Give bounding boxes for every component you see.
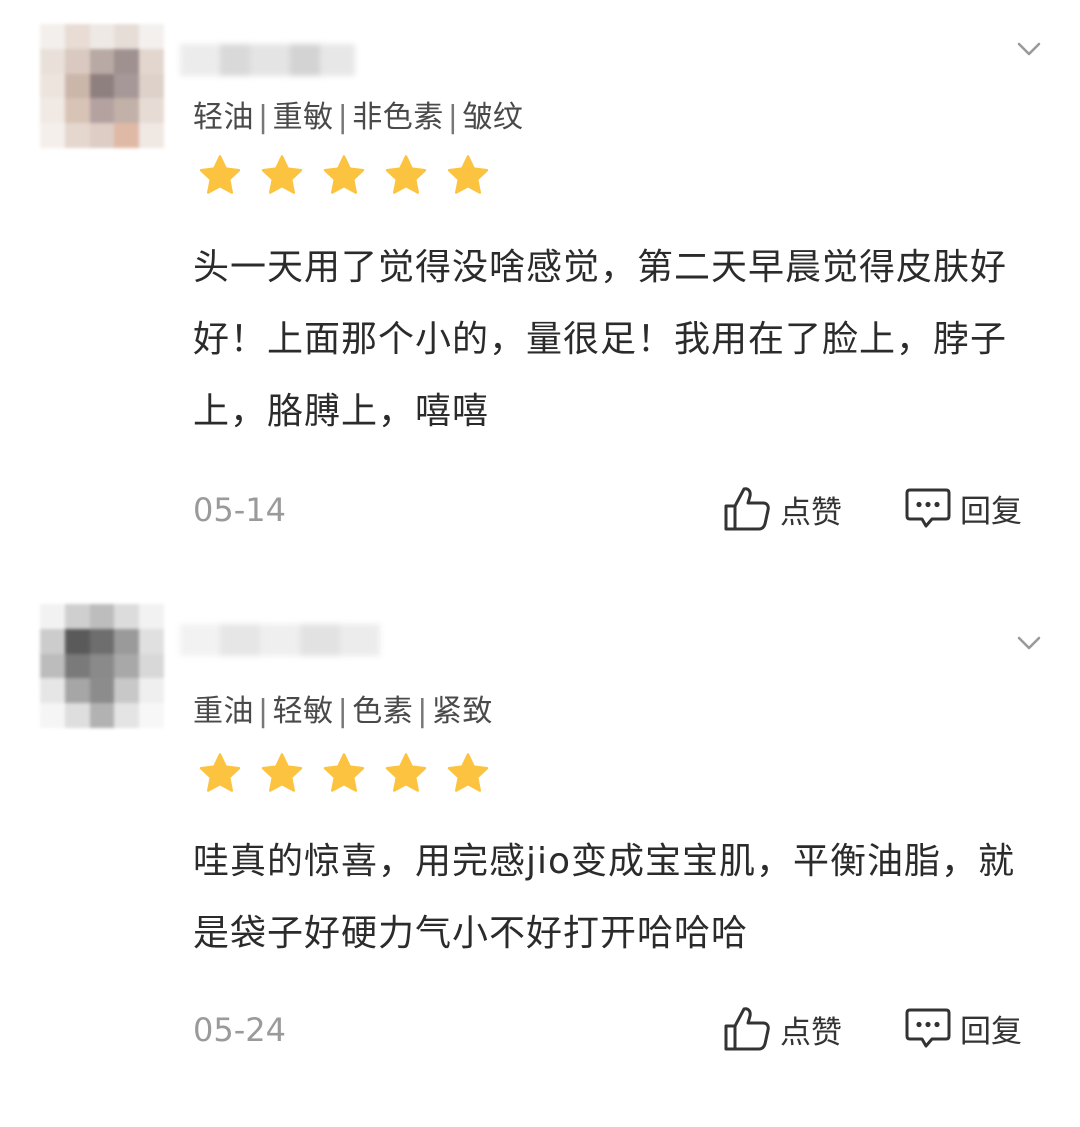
skin-tag: 非色素 <box>352 100 444 135</box>
star-icon <box>385 753 427 792</box>
star-rating <box>196 152 492 200</box>
like-label: 点赞 <box>780 494 842 531</box>
review-card: 重油 | 轻敏 | 色素 | 紧致 哇真的惊喜，用完感jio变成宝宝肌，平衡油脂，就是袋子好… <box>0 580 1080 1127</box>
comment-bubble-icon <box>905 488 951 528</box>
like-button[interactable]: 点赞 <box>722 484 842 534</box>
skin-tag: 色素 <box>352 694 414 729</box>
star-icon <box>261 753 303 792</box>
star-icon <box>323 753 365 792</box>
skin-tags: 轻油 | 重敏 | 非色素 | 皱纹 <box>193 100 524 135</box>
star-icon <box>323 155 365 194</box>
review-text: 头一天用了觉得没啥感觉，第二天早晨觉得皮肤好好！上面那个小的，量很足！我用在了脸… <box>193 247 1008 432</box>
username-blurred[interactable] <box>180 624 380 656</box>
star-icon <box>199 155 241 194</box>
reply-button[interactable]: 回复 <box>904 1004 1022 1052</box>
reply-label: 回复 <box>960 1013 1022 1050</box>
review-date: 05-24 <box>193 1011 286 1049</box>
username-blurred[interactable] <box>180 44 355 76</box>
skin-tag: 轻敏 <box>272 694 334 729</box>
thumbs-up-icon <box>724 1007 770 1051</box>
chevron-down-icon[interactable] <box>1014 38 1044 60</box>
star-rating <box>196 750 492 798</box>
skin-tag: 轻油 <box>193 100 254 135</box>
star-icon <box>199 753 241 792</box>
like-label: 点赞 <box>780 1014 842 1051</box>
review-text: 哇真的惊喜，用完感jio变成宝宝肌，平衡油脂，就是袋子好硬力气小不好打开哈哈哈 <box>193 841 1016 954</box>
skin-tags: 重油 | 轻敏 | 色素 | 紧致 <box>193 694 493 729</box>
skin-tag: 紧致 <box>431 694 493 729</box>
star-icon <box>447 753 489 792</box>
skin-tag: 重敏 <box>272 100 334 135</box>
star-icon <box>261 155 303 194</box>
chevron-down-icon[interactable] <box>1014 632 1044 654</box>
skin-tag: 重油 <box>193 694 254 729</box>
avatar[interactable] <box>40 24 164 148</box>
star-icon <box>385 155 427 194</box>
reply-button[interactable]: 回复 <box>904 484 1022 532</box>
thumbs-up-icon <box>724 487 770 531</box>
review-date: 05-14 <box>193 491 286 529</box>
review-card: 轻油 | 重敏 | 非色素 | 皱纹 头一天用了觉得没啥感觉，第二天早晨觉得皮肤好好！上面那… <box>0 0 1080 580</box>
comment-bubble-icon <box>905 1008 951 1048</box>
reply-label: 回复 <box>960 493 1022 530</box>
skin-tag: 皱纹 <box>462 100 524 135</box>
avatar[interactable] <box>40 604 164 728</box>
like-button[interactable]: 点赞 <box>722 1004 842 1054</box>
star-icon <box>447 155 489 194</box>
